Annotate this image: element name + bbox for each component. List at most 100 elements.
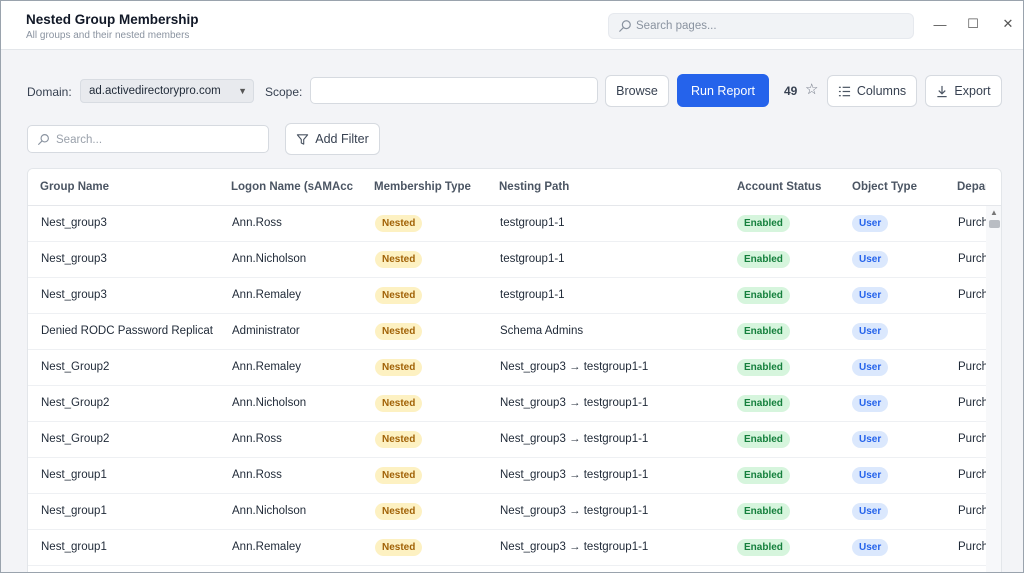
add-filter-label: Add Filter [315,132,369,146]
close-button[interactable]: ✕ [997,13,1019,35]
membership-type-badge: Nested [375,503,423,520]
scope-label: Scope: [265,85,303,99]
account-status-badge: Enabled [737,287,790,304]
columns-label: Columns [856,84,907,98]
department-cell: Purch [958,253,986,265]
page-title: Nested Group Membership [26,12,199,27]
app-window: Nested Group Membership All groups and t… [0,0,1024,573]
membership-type-badge: Nested [375,359,423,376]
table-row[interactable]: Nest_group3 Ann.Nicholson Nested testgroup1… [28,242,986,278]
membership-type-badge: Nested [375,323,423,340]
run-report-button[interactable]: Run Report [677,74,769,107]
logon-name-cell: Ann.Ross [232,433,282,445]
col-account-status[interactable]: Account Status [737,181,821,193]
object-type-badge: User [852,431,889,448]
group-name-cell: Denied RODC Password Replicat [41,325,213,337]
table-row[interactable]: Nest_Group2 Ann.Nicholson Nested Nest_group… [28,386,986,422]
col-membership-type[interactable]: Membership Type [374,181,471,193]
logon-name-cell: Ann.Ross [232,217,282,229]
object-type-badge: User [852,503,889,520]
add-filter-button[interactable]: Add Filter [285,123,380,155]
table-row[interactable]: Denied RODC Password Replicat Administrat… [28,314,986,350]
group-name-cell: Nest_Group2 [41,361,110,373]
group-name-cell: Nest_group1 [41,505,107,517]
col-object-type[interactable]: Object Type [852,181,917,193]
account-status-badge: Enabled [737,215,790,232]
maximize-icon: ☐ [967,16,979,31]
membership-type-badge: Nested [375,539,423,556]
filter-icon [297,133,309,145]
account-status-badge: Enabled [737,431,790,448]
col-logon-name[interactable]: Logon Name (sAMAcco [231,181,353,193]
department-cell: Purch [958,505,986,517]
table-search-input[interactable] [56,131,256,148]
table-row[interactable]: Nest_group3 Ann.Remaley Nested testgroup1-1… [28,278,986,314]
vertical-scrollbar[interactable]: ▲ [986,206,1001,572]
object-type-badge: User [852,395,889,412]
export-button[interactable]: Export [925,75,1002,107]
nesting-path-cell: testgroup1-1 [500,253,565,265]
object-type-badge: User [852,467,889,484]
col-department[interactable]: Depar [957,181,986,193]
nesting-path-cell: testgroup1-1 [500,217,565,229]
table-row[interactable]: Nest_group1 Ann.Ross Nested Nest_group3 → t… [28,458,986,494]
domain-value: ad.activedirectorypro.com [89,85,221,97]
department-cell: Purch [958,361,986,373]
account-status-badge: Enabled [737,359,790,376]
object-type-badge: User [852,359,889,376]
columns-button[interactable]: Columns [827,75,917,107]
results-table: Group Name Logon Name (sAMAcco Membershi… [27,168,1002,572]
star-icon[interactable]: ☆ [805,82,818,98]
membership-type-badge: Nested [375,467,423,484]
membership-type-badge: Nested [375,215,423,232]
table-search-box[interactable] [27,125,269,153]
minimize-icon: — [933,16,947,32]
page-search-input[interactable] [636,17,906,35]
table-row[interactable]: Nest_Group2 Ann.Remaley Nested Nest_group3 … [28,350,986,386]
object-type-badge: User [852,251,889,268]
account-status-badge: Enabled [737,503,790,520]
table-header: Group Name Logon Name (sAMAcco Membershi… [28,169,1001,206]
object-type-badge: User [852,287,889,304]
table-row[interactable]: Nest_group3 Ann.Ross Nested testgroup1-1 Ena… [28,206,986,242]
search-icon [38,134,49,145]
col-nesting-path[interactable]: Nesting Path [499,181,569,193]
nesting-path-cell: Nest_group3 → testgroup1-1 [500,541,649,553]
minimize-button[interactable]: — [929,13,951,35]
account-status-badge: Enabled [737,539,790,556]
group-name-cell: Nest_group1 [41,541,107,553]
logon-name-cell: Ann.Remaley [232,541,302,553]
col-group-name[interactable]: Group Name [40,181,109,193]
domain-select[interactable]: ad.activedirectorypro.com ▼ [80,79,254,103]
group-name-cell: Nest_group3 [41,253,107,265]
department-cell: Purch [958,217,986,229]
logon-name-cell: Administrator [232,325,300,337]
department-cell: Purch [958,541,986,553]
scope-input[interactable] [310,77,598,104]
logon-name-cell: Ann.Remaley [232,361,302,373]
page-search-box[interactable] [608,13,914,39]
browse-button[interactable]: Browse [605,75,669,107]
logon-name-cell: Ann.Nicholson [232,397,307,409]
logon-name-cell: Ann.Nicholson [232,505,307,517]
department-cell: Purch [958,289,986,301]
group-name-cell: Nest_Group2 [41,397,110,409]
table-row[interactable]: Nest_Group2 Ann.Ross Nested Nest_group3 → t… [28,422,986,458]
scroll-thumb[interactable] [989,220,1000,228]
chevron-down-icon: ▼ [238,86,247,96]
nesting-path-cell: Schema Admins [500,325,584,337]
logon-name-cell: Ann.Ross [232,469,282,481]
object-type-badge: User [852,323,889,340]
account-status-badge: Enabled [737,395,790,412]
table-row[interactable]: Nest_group1 Ann.Remaley Nested Nest_group3 … [28,530,986,566]
table-row[interactable]: Nest_group1 Ann.Nicholson Nested Nest_group… [28,494,986,530]
export-label: Export [954,84,991,98]
scroll-up-icon[interactable]: ▲ [990,208,998,217]
maximize-button[interactable]: ☐ [962,13,984,35]
department-cell: Purch [958,397,986,409]
browse-label: Browse [616,84,658,98]
account-status-badge: Enabled [737,251,790,268]
group-name-cell: Nest_group3 [41,217,107,229]
page-subtitle: All groups and their nested members [26,30,190,41]
group-name-cell: Nest_group1 [41,469,107,481]
